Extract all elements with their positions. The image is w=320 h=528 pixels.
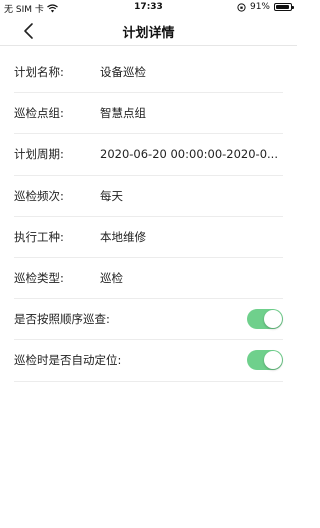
field-row-work-type: 执行工种: 本地维修	[14, 217, 283, 258]
page-title: 计划详情	[122, 26, 175, 41]
field-label: 巡检频次:	[14, 188, 64, 203]
plan-detail-list: 计划名称: 设备巡检 巡检点组: 智慧点组 计划周期: 2020-06-20 0…	[14, 52, 283, 382]
field-label: 计划名称:	[14, 65, 64, 80]
battery-percent: 91%	[249, 2, 270, 12]
status-bar: 无 SIM 卡 17:33 91%	[0, 0, 297, 16]
field-value: 巡检	[100, 271, 123, 286]
toggle-label: 是否按照顺序巡查:	[14, 312, 110, 327]
field-row-point-group: 巡检点组: 智慧点组	[14, 93, 283, 135]
field-value: 智慧点组	[100, 106, 146, 121]
toggle-row-auto-locate: 巡检时是否自动定位:	[14, 340, 283, 382]
sequential-inspection-toggle[interactable]	[247, 309, 283, 330]
toggle-knob	[264, 310, 282, 329]
field-value: 设备巡检	[100, 65, 146, 80]
field-row-inspection-type: 巡检类型: 巡检	[14, 258, 283, 300]
field-row-frequency: 巡检频次: 每天	[14, 176, 283, 217]
field-label: 巡检点组:	[14, 106, 64, 121]
field-value: 每天	[100, 188, 123, 203]
toggle-label: 巡检时是否自动定位:	[14, 353, 122, 368]
toggle-knob	[264, 351, 282, 370]
toggle-row-sequential: 是否按照顺序巡查:	[14, 299, 283, 341]
field-label: 执行工种:	[14, 229, 64, 244]
field-row-plan-name: 计划名称: 设备巡检	[14, 52, 283, 94]
field-row-plan-period: 计划周期: 2020-06-20 00:00:00-2020-0...	[14, 134, 283, 176]
field-value: 本地维修	[100, 229, 146, 244]
nav-bar: 计划详情	[0, 16, 297, 46]
field-value: 2020-06-20 00:00:00-2020-0...	[100, 147, 278, 162]
battery-icon	[274, 3, 294, 11]
field-label: 计划周期:	[14, 147, 64, 162]
field-label: 巡检类型:	[14, 271, 64, 286]
auto-locate-toggle[interactable]	[247, 350, 283, 371]
orientation-lock-icon	[237, 2, 246, 12]
status-right: 91%	[237, 2, 294, 12]
battery-fill	[276, 5, 289, 9]
